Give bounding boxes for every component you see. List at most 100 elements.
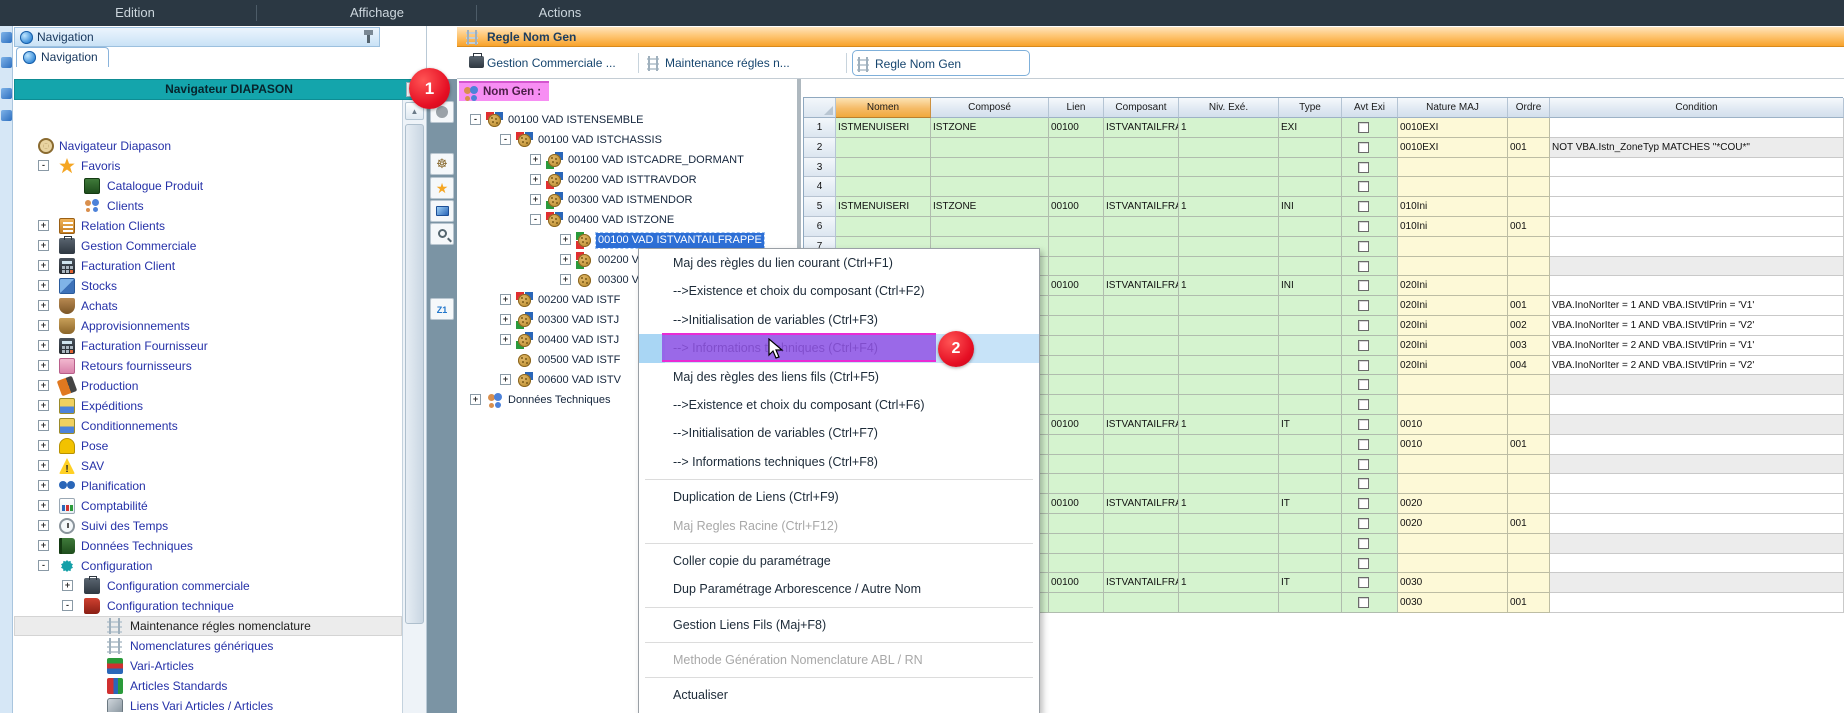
cell-nature-maj[interactable]: 0020 bbox=[1398, 494, 1508, 514]
navigation-scrollbar[interactable]: ▲ bbox=[402, 100, 426, 713]
sidebar-item[interactable]: +Pose bbox=[14, 436, 402, 456]
gen-tree-node[interactable]: -00100 VAD ISTENSEMBLE bbox=[457, 110, 797, 130]
cell-nature-maj[interactable]: 0030 bbox=[1398, 593, 1508, 613]
avt-exi-checkbox[interactable] bbox=[1358, 518, 1369, 529]
cell-type[interactable] bbox=[1279, 375, 1342, 395]
cell-nature-maj[interactable] bbox=[1398, 257, 1508, 277]
cell-condition[interactable] bbox=[1550, 474, 1844, 494]
cell-lien[interactable]: 00100 bbox=[1049, 415, 1104, 435]
avt-exi-checkbox[interactable] bbox=[1358, 300, 1369, 311]
cell-avt-exi[interactable] bbox=[1342, 395, 1398, 415]
gen-tree-node[interactable]: +00200 VAD ISTTRAVDOR bbox=[457, 170, 797, 190]
cell-type[interactable] bbox=[1279, 237, 1342, 257]
cell-ordre[interactable]: 001 bbox=[1508, 217, 1550, 237]
cell-avt-exi[interactable] bbox=[1342, 316, 1398, 336]
cell-ordre[interactable] bbox=[1508, 375, 1550, 395]
cell-composant[interactable]: ISTVANTAILFRAPF bbox=[1104, 197, 1179, 217]
cell-lien[interactable] bbox=[1049, 217, 1104, 237]
collapse-icon[interactable]: - bbox=[530, 214, 541, 225]
row-number[interactable]: 4 bbox=[804, 177, 836, 197]
cell-condition[interactable] bbox=[1550, 217, 1844, 237]
sidebar-item[interactable]: Catalogue Produit bbox=[14, 176, 402, 196]
expand-icon[interactable]: + bbox=[38, 300, 49, 311]
cell-ordre[interactable]: 001 bbox=[1508, 435, 1550, 455]
context-menu-item[interactable]: Maj des règles du lien courant (Ctrl+F1) bbox=[639, 249, 1039, 277]
cell-avt-exi[interactable] bbox=[1342, 237, 1398, 257]
cell-lien[interactable]: 00100 bbox=[1049, 197, 1104, 217]
cell-ordre[interactable] bbox=[1508, 573, 1550, 593]
avt-exi-checkbox[interactable] bbox=[1358, 577, 1369, 588]
cell-lien[interactable] bbox=[1049, 257, 1104, 277]
cell-condition[interactable] bbox=[1550, 158, 1844, 178]
cell-condition[interactable] bbox=[1550, 118, 1844, 138]
sidebar-item[interactable]: +Planification bbox=[14, 476, 402, 496]
tab-regle-nom-gen[interactable]: Regle Nom Gen bbox=[852, 50, 1030, 76]
cell-niv-exe[interactable] bbox=[1179, 356, 1279, 376]
context-menu-item[interactable]: Maj des règles des liens fils (Ctrl+F5) bbox=[639, 363, 1039, 391]
cell-composant[interactable]: ISTVANTAILFRAPF bbox=[1104, 276, 1179, 296]
dock-tab-icon[interactable] bbox=[1, 57, 12, 68]
cell-composant[interactable] bbox=[1104, 375, 1179, 395]
cell-ordre[interactable]: 001 bbox=[1508, 296, 1550, 316]
cell-condition[interactable]: NOT VBA.Istn_ZoneTyp MATCHES "*COU*" bbox=[1550, 138, 1844, 158]
cell-type[interactable]: EXI bbox=[1279, 118, 1342, 138]
sidebar-item[interactable]: +Stocks bbox=[14, 276, 402, 296]
cell-nature-maj[interactable]: 020Ini bbox=[1398, 296, 1508, 316]
cell-niv-exe[interactable]: 1 bbox=[1179, 415, 1279, 435]
cell-avt-exi[interactable] bbox=[1342, 336, 1398, 356]
avt-exi-checkbox[interactable] bbox=[1358, 379, 1369, 390]
pin-icon[interactable] bbox=[367, 34, 370, 43]
sidebar-item[interactable]: +Approvisionnements bbox=[14, 316, 402, 336]
sidebar-item[interactable]: +Comptabilité bbox=[14, 496, 402, 516]
expand-icon[interactable]: + bbox=[560, 274, 571, 285]
column-header-nature-maj[interactable]: Nature MAJ bbox=[1398, 98, 1508, 118]
cell-ordre[interactable] bbox=[1508, 494, 1550, 514]
avt-exi-checkbox[interactable] bbox=[1358, 558, 1369, 569]
avt-exi-checkbox[interactable] bbox=[1358, 360, 1369, 371]
cell-nature-maj[interactable] bbox=[1398, 474, 1508, 494]
cell-type[interactable]: IT bbox=[1279, 494, 1342, 514]
column-header-condition[interactable]: Condition bbox=[1550, 98, 1844, 118]
expand-icon[interactable]: + bbox=[38, 340, 49, 351]
collapse-icon[interactable]: - bbox=[38, 560, 49, 571]
cell-niv-exe[interactable] bbox=[1179, 395, 1279, 415]
avt-exi-checkbox[interactable] bbox=[1358, 181, 1369, 192]
cell-type[interactable] bbox=[1279, 158, 1342, 178]
cell-niv-exe[interactable] bbox=[1179, 316, 1279, 336]
context-menu-item[interactable]: -->Existence et choix du composant (Ctrl… bbox=[639, 277, 1039, 305]
expand-icon[interactable]: + bbox=[62, 580, 73, 591]
cell-niv-exe[interactable] bbox=[1179, 375, 1279, 395]
cell-composant[interactable] bbox=[1104, 514, 1179, 534]
cell-type[interactable] bbox=[1279, 316, 1342, 336]
cell-composant[interactable] bbox=[1104, 455, 1179, 475]
cell-niv-exe[interactable] bbox=[1179, 534, 1279, 554]
cell-nature-maj[interactable]: 020Ini bbox=[1398, 356, 1508, 376]
sidebar-item[interactable]: +Relation Clients bbox=[14, 216, 402, 236]
cell-lien[interactable] bbox=[1049, 514, 1104, 534]
gen-tree-node[interactable]: +00100 VAD ISTCADRE_DORMANT bbox=[457, 150, 797, 170]
expand-icon[interactable]: + bbox=[38, 280, 49, 291]
sidebar-item[interactable]: Navigateur Diapason bbox=[14, 136, 402, 156]
cell-lien[interactable]: 00100 bbox=[1049, 276, 1104, 296]
cell-condition[interactable] bbox=[1550, 237, 1844, 257]
column-header-niv-ex-[interactable]: Niv. Exé. bbox=[1179, 98, 1279, 118]
cell-condition[interactable]: VBA.InoNorIter = 2 AND VBA.IStVtlPrin = … bbox=[1550, 336, 1844, 356]
cell-type[interactable] bbox=[1279, 395, 1342, 415]
cell-composant[interactable] bbox=[1104, 296, 1179, 316]
cell-ordre[interactable] bbox=[1508, 554, 1550, 574]
menubar-item-affichage[interactable]: Affichage bbox=[340, 0, 414, 26]
cell-ordre[interactable]: 004 bbox=[1508, 356, 1550, 376]
cell-lien[interactable] bbox=[1049, 158, 1104, 178]
sidebar-item[interactable]: -Configuration technique bbox=[14, 596, 402, 616]
cell-type[interactable] bbox=[1279, 554, 1342, 574]
cell-niv-exe[interactable]: 1 bbox=[1179, 118, 1279, 138]
gen-tree-node[interactable]: -00100 VAD ISTCHASSIS bbox=[457, 130, 797, 150]
scrollbar-thumb[interactable] bbox=[405, 124, 424, 624]
cell-niv-exe[interactable] bbox=[1179, 514, 1279, 534]
cell-lien[interactable] bbox=[1049, 316, 1104, 336]
sidebar-item[interactable]: +Données Techniques bbox=[14, 536, 402, 556]
cell-composant[interactable] bbox=[1104, 356, 1179, 376]
cell-niv-exe[interactable] bbox=[1179, 296, 1279, 316]
cell-niv-exe[interactable]: 1 bbox=[1179, 573, 1279, 593]
avt-exi-checkbox[interactable] bbox=[1358, 340, 1369, 351]
